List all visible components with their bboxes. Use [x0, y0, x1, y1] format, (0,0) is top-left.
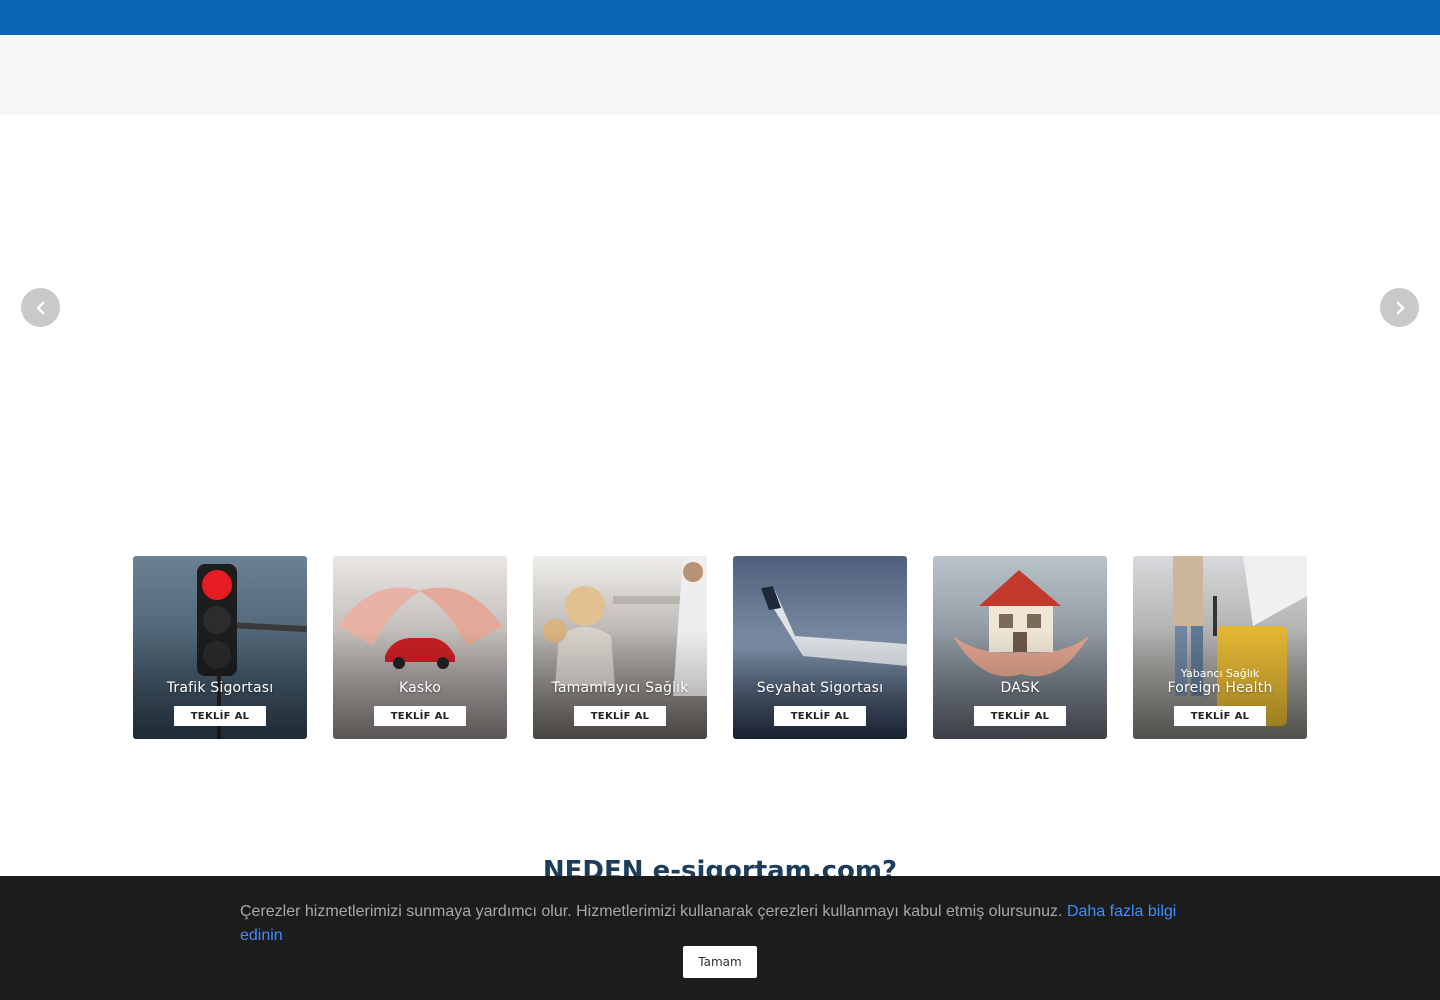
chevron-right-icon — [1396, 301, 1404, 314]
navigation-bar — [0, 35, 1440, 115]
product-title: Trafik Sigortası — [166, 680, 274, 696]
product-card-foreign-health[interactable]: Yabancı Sağlık Foreign Health TEKLİF AL — [1133, 556, 1307, 739]
product-title: Kasko — [399, 680, 441, 696]
cookie-accept-button[interactable]: Tamam — [683, 946, 757, 978]
cookie-banner: Çerezler hizmetlerimizi sunmaya yardımcı… — [0, 876, 1440, 1000]
slider-next-button[interactable] — [1380, 288, 1419, 327]
get-quote-button[interactable]: TEKLİF AL — [574, 706, 666, 726]
top-bar — [0, 0, 1440, 35]
get-quote-button[interactable]: TEKLİF AL — [1174, 706, 1266, 726]
product-card-trafik[interactable]: Trafik Sigortası TEKLİF AL — [133, 556, 307, 739]
cookie-text: Çerezler hizmetlerimizi sunmaya yardımcı… — [240, 903, 1067, 920]
product-title: DASK — [1000, 680, 1040, 696]
product-title: Foreign Health — [1167, 680, 1273, 696]
get-quote-button[interactable]: TEKLİF AL — [374, 706, 466, 726]
get-quote-button[interactable]: TEKLİF AL — [174, 706, 266, 726]
product-card-tamamlayici-saglik[interactable]: Tamamlayıcı Sağlık TEKLİF AL — [533, 556, 707, 739]
product-card-seyahat[interactable]: Seyahat Sigortası TEKLİF AL — [733, 556, 907, 739]
product-card-kasko[interactable]: Kasko TEKLİF AL — [333, 556, 507, 739]
product-title: Tamamlayıcı Sağlık — [551, 680, 689, 696]
slider-prev-button[interactable] — [21, 288, 60, 327]
product-title: Seyahat Sigortası — [756, 680, 884, 696]
get-quote-button[interactable]: TEKLİF AL — [974, 706, 1066, 726]
get-quote-button[interactable]: TEKLİF AL — [774, 706, 866, 726]
chevron-left-icon — [36, 301, 44, 314]
product-cards: Trafik Sigortası TEKLİF AL Kasko TEKLİF … — [133, 556, 1307, 739]
product-card-dask[interactable]: DASK TEKLİF AL — [933, 556, 1107, 739]
product-subtitle: Yabancı Sağlık — [1180, 667, 1260, 680]
cookie-message: Çerezler hizmetlerimizi sunmaya yardımcı… — [240, 900, 1200, 948]
